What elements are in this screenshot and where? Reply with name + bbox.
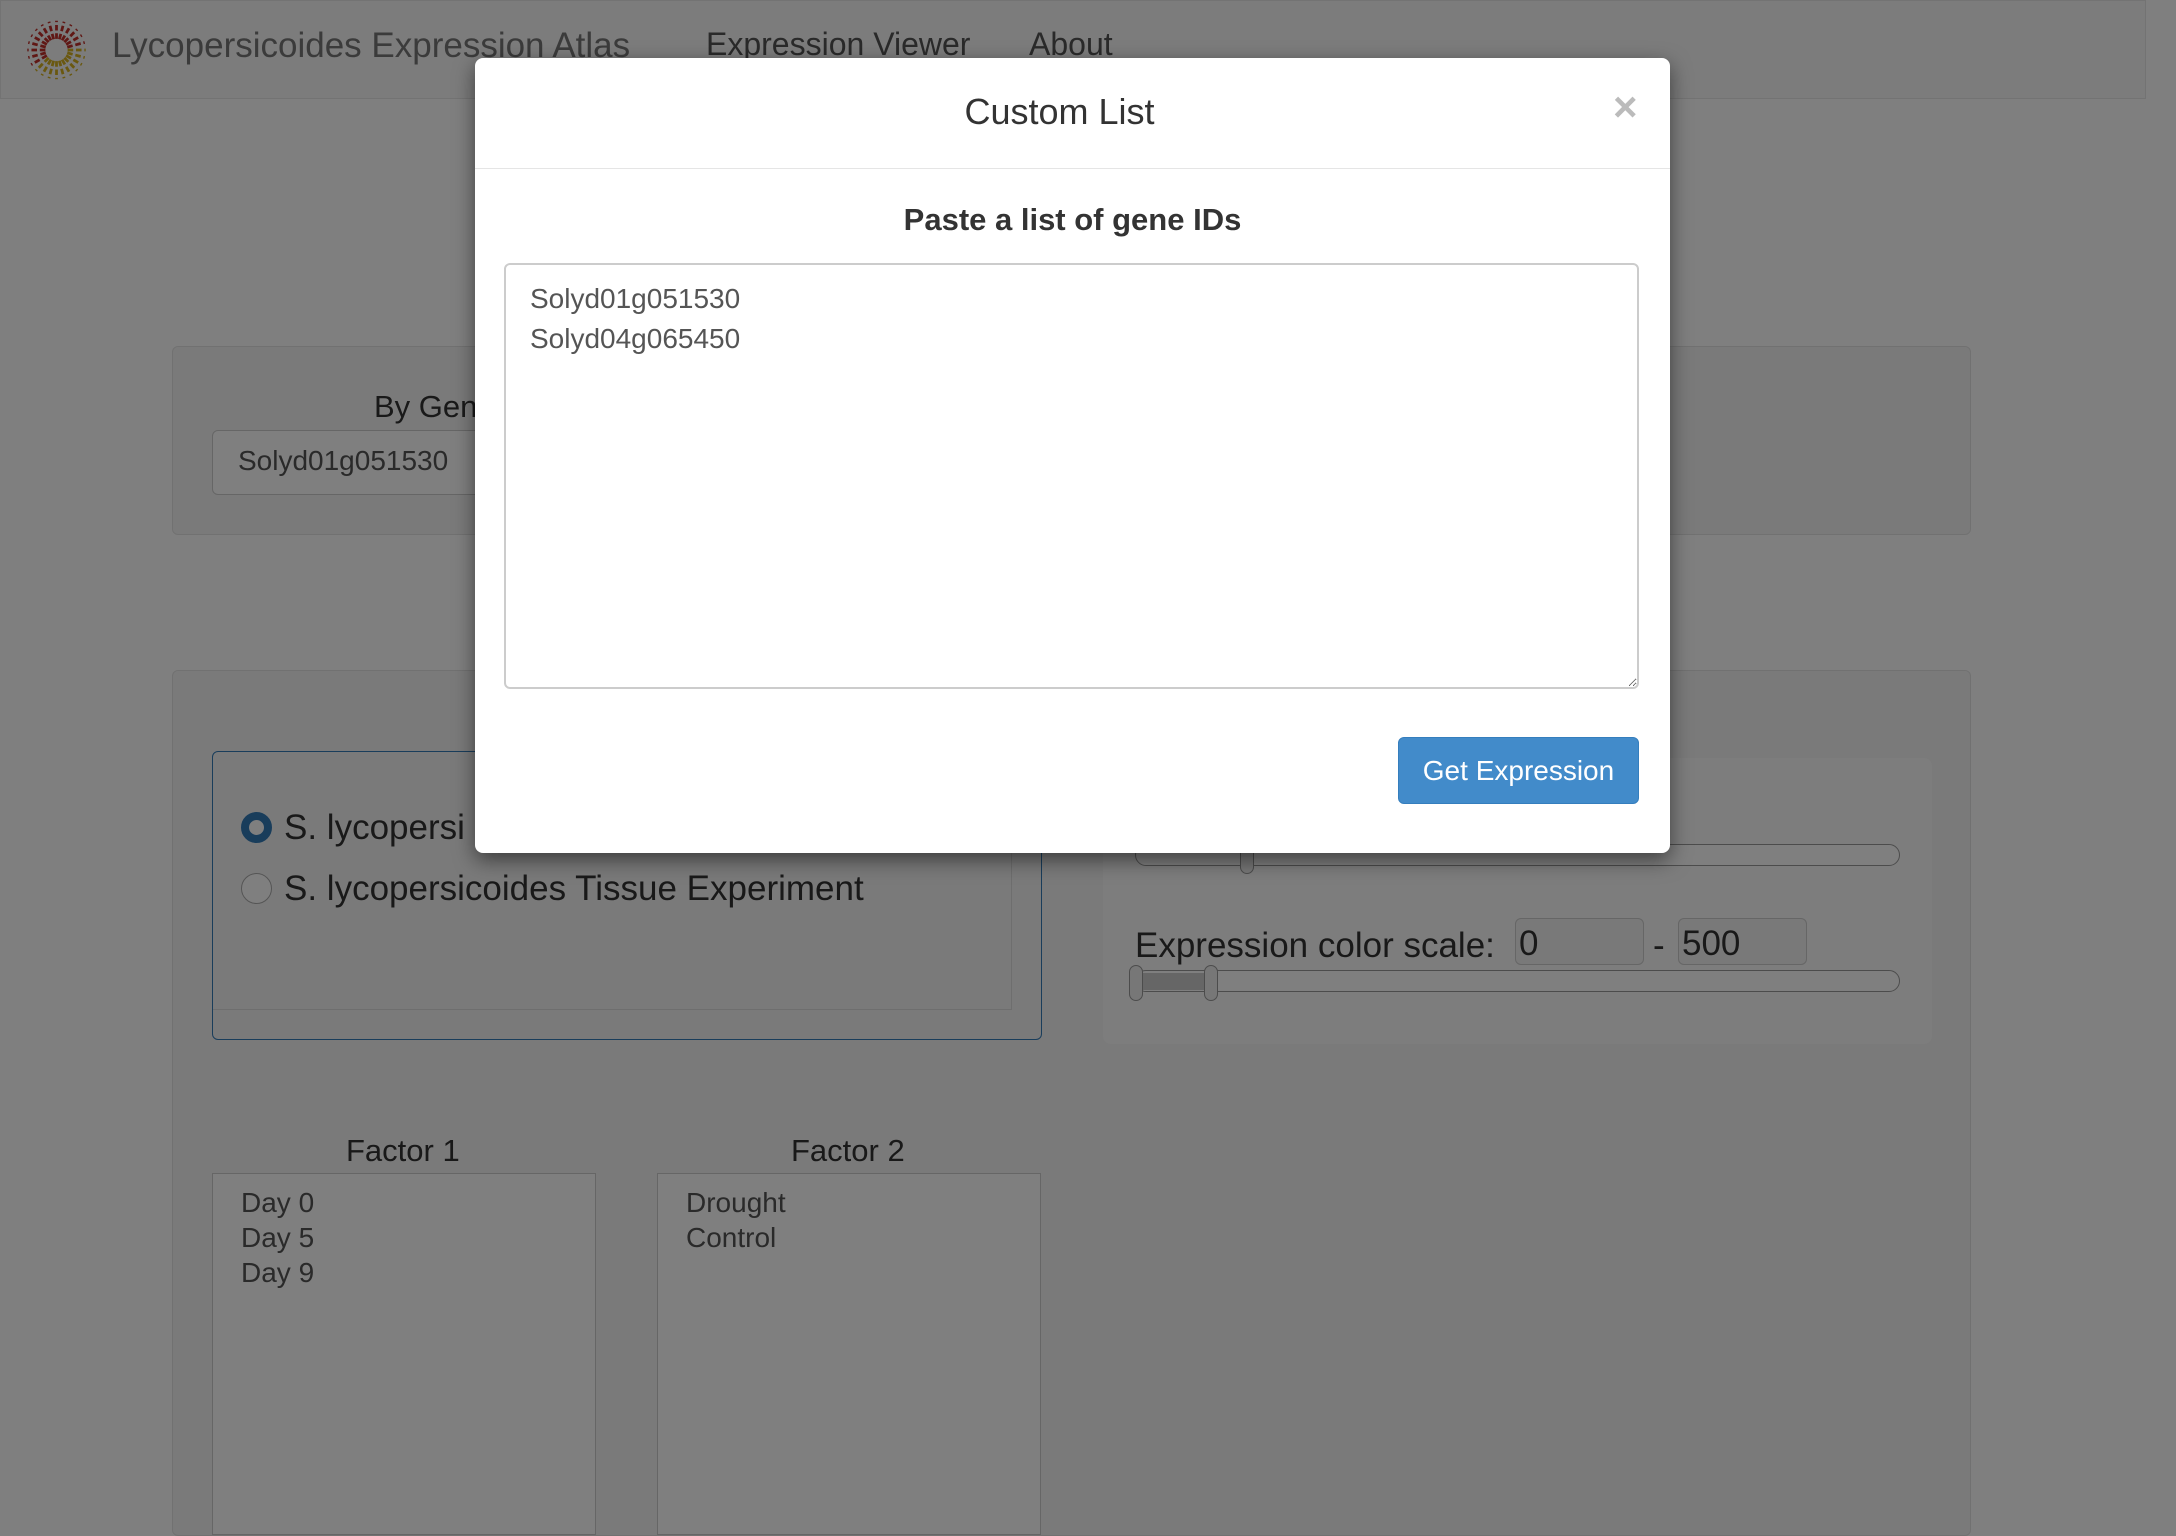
gene-ids-textarea[interactable]: Solyd01g051530 Solyd04g065450 xyxy=(504,263,1639,689)
close-icon[interactable]: × xyxy=(1613,83,1638,131)
modal-subtitle: Paste a list of gene IDs xyxy=(903,202,1242,237)
modal-title: Custom List xyxy=(964,91,1155,132)
custom-list-modal: Custom List × Paste a list of gene IDs S… xyxy=(475,58,1670,853)
get-expression-button[interactable]: Get Expression xyxy=(1398,737,1639,804)
modal-header: Custom List × xyxy=(475,58,1670,169)
